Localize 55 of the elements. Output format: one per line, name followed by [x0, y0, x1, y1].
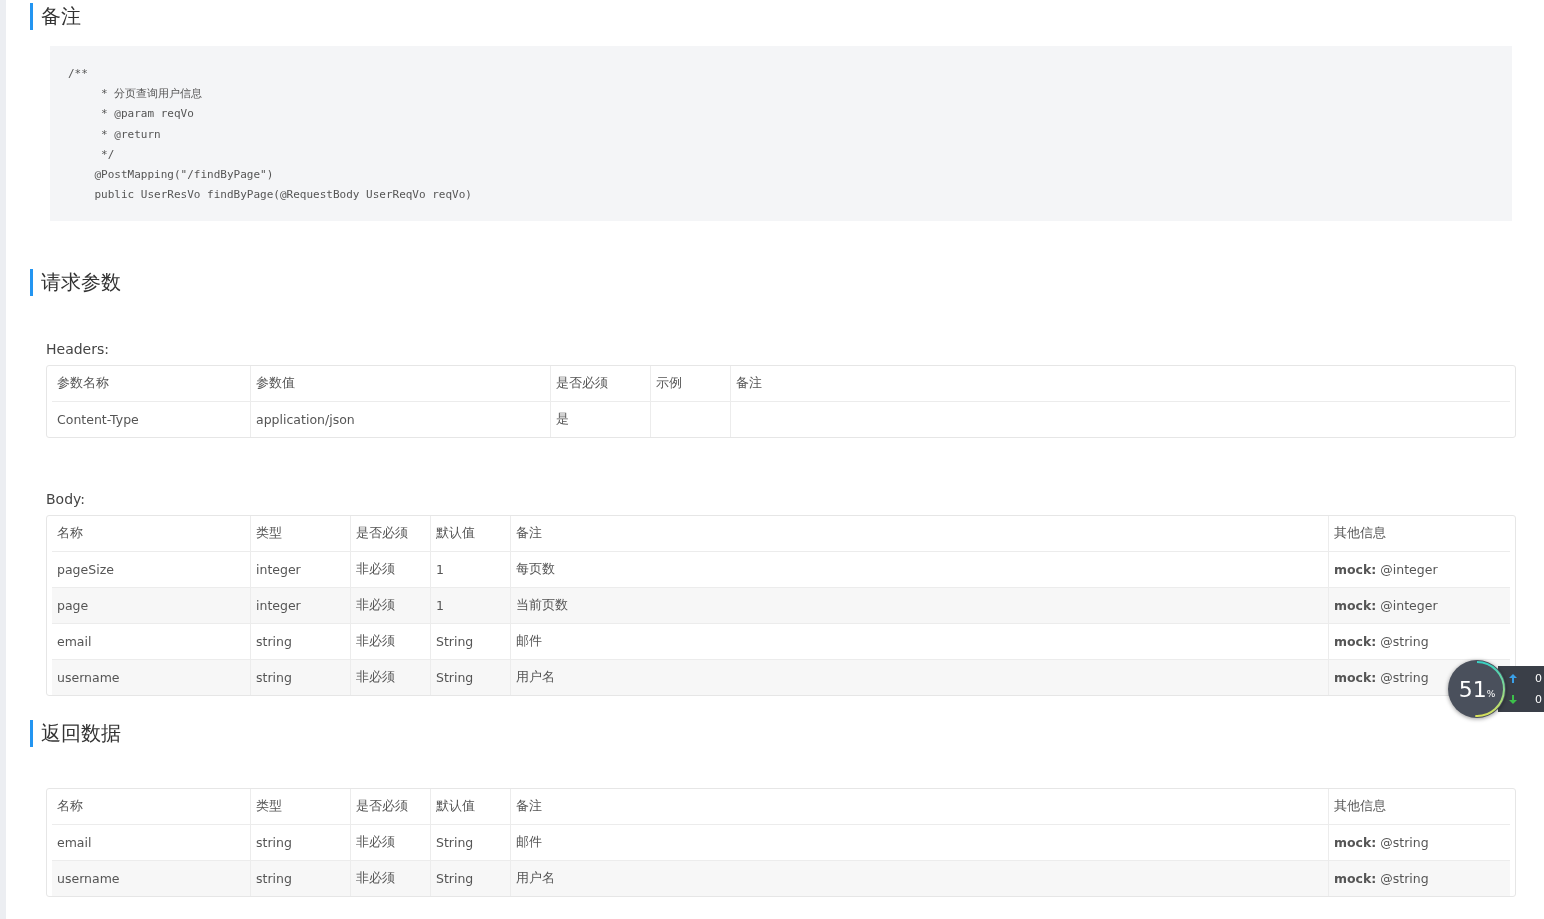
- section-title: 返回数据: [30, 720, 1516, 748]
- table-cell: username: [57, 670, 120, 686]
- upload-arrow-icon: [1509, 674, 1517, 683]
- download-speed: 0: [1535, 693, 1542, 706]
- table-cell: mock: @string: [1334, 835, 1429, 851]
- table-cell: 是: [556, 411, 569, 429]
- table-cell: string: [256, 670, 292, 686]
- table-cell: mock: @string: [1334, 871, 1429, 887]
- table-cell: username: [57, 871, 120, 887]
- download-arrow-icon: [1509, 695, 1517, 704]
- table-cell: String: [436, 835, 474, 851]
- percent-unit: %: [1486, 689, 1496, 699]
- column-header: 其他信息: [1333, 797, 1387, 816]
- table-cell: 邮件: [516, 633, 542, 651]
- table-cell: 非必须: [356, 633, 395, 651]
- column-header: 备注: [735, 374, 763, 393]
- table-cell: 非必须: [356, 870, 395, 888]
- table-cell: mock: @integer: [1334, 562, 1438, 578]
- table-cell: 非必须: [356, 834, 395, 852]
- table-cell: 非必须: [356, 561, 395, 579]
- table-cell: String: [436, 871, 474, 887]
- headers-label: Headers:: [46, 340, 110, 359]
- table-cell: string: [256, 634, 292, 650]
- table-cell: 用户名: [516, 870, 555, 888]
- table-cell: 邮件: [516, 834, 542, 852]
- table-cell: email: [57, 835, 92, 851]
- table-cell: 用户名: [516, 669, 555, 687]
- section-title: 备注: [30, 3, 1516, 30]
- table-cell: email: [57, 634, 92, 650]
- code-block: /** * 分页查询用户信息 * @param reqVo * @return */ @PostMapping("/findByPage") public UserResVo findByPage(@RequestBody UserReqVo reqVo): [50, 46, 1512, 222]
- table-cell: pageSize: [57, 562, 114, 578]
- upload-speed: 0: [1535, 672, 1542, 685]
- table-cell: 非必须: [356, 597, 395, 615]
- table-cell: mock: @string: [1334, 670, 1429, 686]
- table-cell: 当前页数: [516, 597, 568, 615]
- column-header: 其他信息: [1333, 524, 1387, 543]
- section-title: 请求参数: [30, 269, 1516, 297]
- network-speed-widget[interactable]: 51% 0 0: [1448, 660, 1544, 718]
- table-cell: integer: [256, 598, 301, 614]
- table-cell: 每页数: [516, 561, 555, 579]
- table-cell: Content-Type: [57, 412, 139, 428]
- table-cell: page: [57, 598, 89, 614]
- table-cell: mock: @string: [1334, 634, 1429, 650]
- table-cell: application/json: [256, 412, 355, 428]
- table-cell: string: [256, 835, 292, 851]
- table-cell: String: [436, 634, 474, 650]
- table-cell: 1: [436, 562, 444, 578]
- table-cell: 1: [436, 598, 444, 614]
- body-label: Body:: [46, 490, 87, 509]
- table-cell: String: [436, 670, 474, 686]
- table-cell: mock: @integer: [1334, 598, 1438, 614]
- table-cell: string: [256, 871, 292, 887]
- table-cell: integer: [256, 562, 301, 578]
- percent-value: 51: [1458, 676, 1487, 702]
- table-cell: 非必须: [356, 669, 395, 687]
